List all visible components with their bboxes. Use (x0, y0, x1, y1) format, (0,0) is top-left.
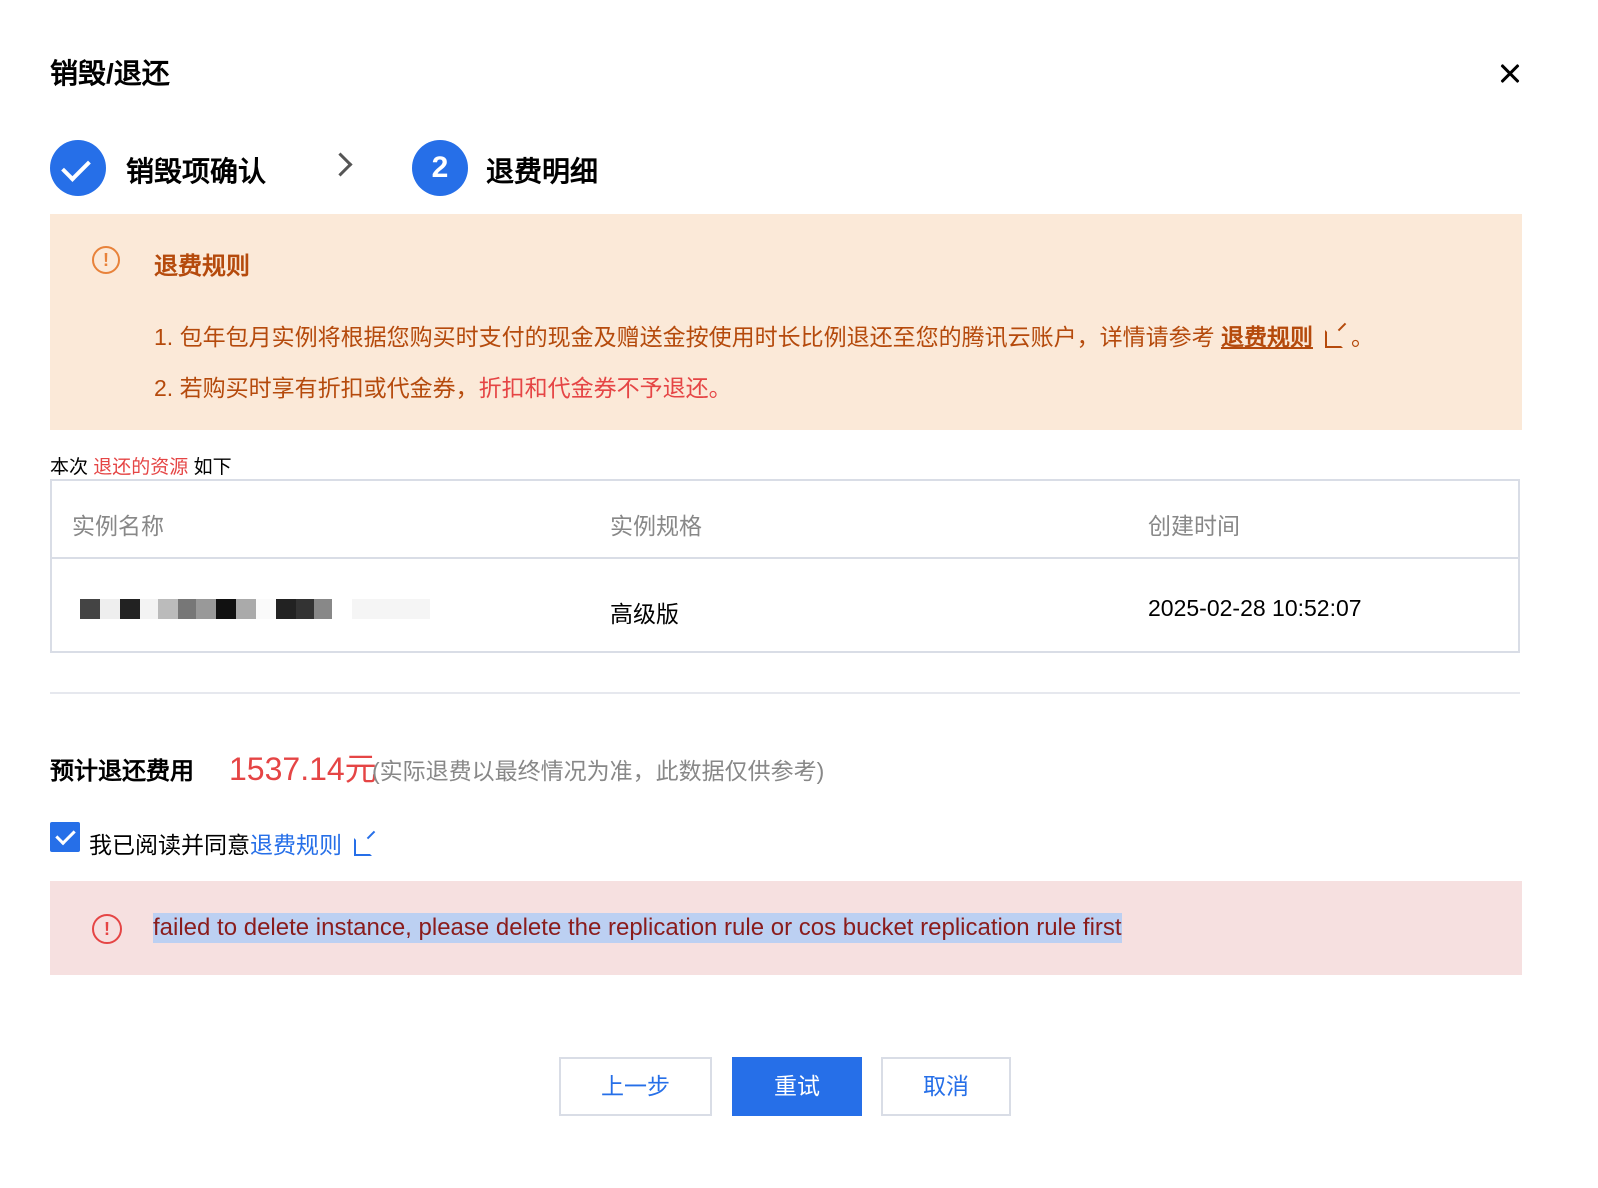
chevron-right-icon (328, 152, 353, 177)
steps: 销毁项确认 2 退费明细 (50, 140, 750, 196)
resources-table: 实例名称 实例规格 创建时间 高级版 2025-02-28 10:52:07 (50, 479, 1520, 653)
column-header-created-time: 创建时间 (1148, 513, 1240, 539)
rule-line-2: 2. 若购买时享有折扣或代金券，折扣和代金券不予退还。 (154, 369, 732, 403)
column-header-instance-name: 实例名称 (72, 513, 164, 539)
close-icon[interactable] (1494, 58, 1526, 90)
dialog-title: 销毁/退还 (50, 58, 170, 89)
agree-rules-link[interactable]: 退费规则 (250, 832, 342, 858)
external-link-icon[interactable] (1324, 329, 1343, 348)
created-time-cell: 2025-02-28 10:52:07 (1148, 595, 1362, 621)
prev-step-button[interactable]: 上一步 (559, 1057, 712, 1116)
fee-label: 预计退还费用 (50, 758, 194, 785)
refund-rules-notice: ! 退费规则 1. 包年包月实例将根据您购买时支付的现金及赠送金按使用时长比例退… (50, 214, 1522, 430)
step-2-label: 退费明细 (486, 156, 599, 187)
table-header: 实例名称 实例规格 创建时间 (52, 481, 1518, 559)
error-icon: ! (92, 914, 122, 944)
rule-2-highlight: 折扣和代金券不予退还。 (478, 375, 732, 401)
column-header-instance-spec: 实例规格 (610, 513, 702, 539)
caption-prefix: 本次 (50, 457, 89, 478)
rules-title: 退费规则 (154, 253, 250, 280)
error-message: failed to delete instance, please delete… (153, 913, 1122, 943)
refund-rules-link[interactable]: 退费规则 (1221, 324, 1313, 350)
rule-line-1: 1. 包年包月实例将根据您购买时支付的现金及赠送金按使用时长比例退还至您的腾讯云… (154, 318, 1374, 352)
caption-highlight: 退还的资源 (93, 457, 189, 478)
instance-spec-cell: 高级版 (610, 601, 679, 627)
resources-caption: 本次 退还的资源 如下 (50, 452, 232, 479)
redacted-instance-name (80, 599, 430, 619)
destroy-return-dialog: 销毁/退还 销毁项确认 2 退费明细 ! 退费规则 1. 包年包月实例将根据您购… (0, 0, 1598, 1188)
fee-note: (实际退费以最终情况为准，此数据仅供参考) (372, 758, 825, 784)
error-alert: ! failed to delete instance, please dele… (50, 881, 1522, 975)
warning-icon: ! (92, 246, 120, 274)
check-icon (50, 140, 106, 196)
rule-2-text: 2. 若购买时享有折扣或代金券， (154, 375, 479, 401)
divider (50, 692, 1520, 694)
agreement: 我已阅读并同意退费规则 (89, 826, 380, 860)
agree-text: 我已阅读并同意 (89, 832, 250, 858)
caption-suffix: 如下 (193, 457, 232, 478)
rule-1-suffix: 。 (1350, 324, 1374, 350)
step-2-number: 2 (412, 140, 468, 196)
cancel-button[interactable]: 取消 (881, 1057, 1011, 1116)
fee-amount: 1537.14元 (229, 751, 377, 787)
step-1-label: 销毁项确认 (126, 156, 267, 187)
rule-1-text: 1. 包年包月实例将根据您购买时支付的现金及赠送金按使用时长比例退还至您的腾讯云… (154, 324, 1215, 350)
agree-checkbox[interactable] (50, 822, 80, 852)
retry-button[interactable]: 重试 (732, 1057, 862, 1116)
external-link-icon[interactable] (354, 837, 372, 856)
